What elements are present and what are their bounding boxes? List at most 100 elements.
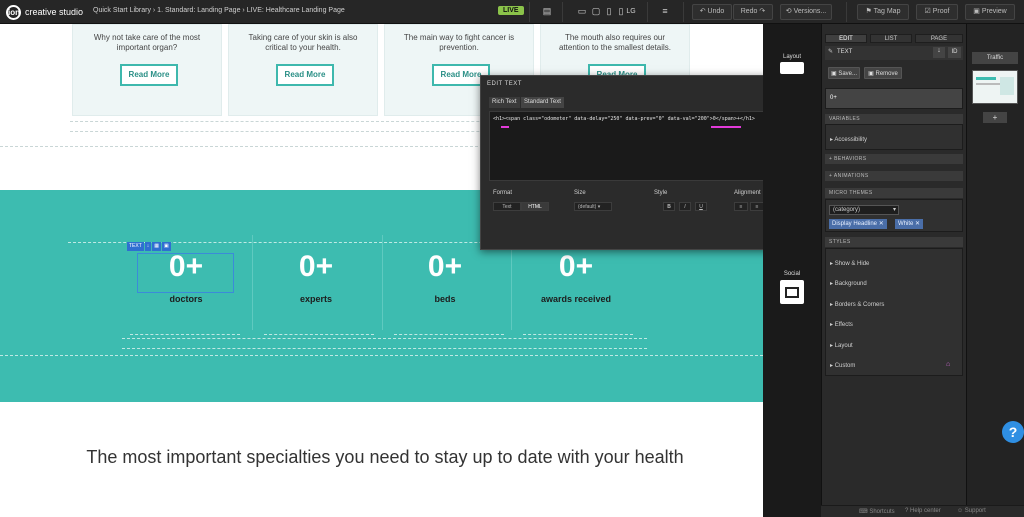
behaviors-header[interactable]: + BEHAVIORS — [825, 154, 963, 164]
category-select[interactable]: (category) ▾ — [829, 205, 899, 215]
tab-list[interactable]: LIST — [870, 34, 912, 43]
grid-icon[interactable]: ▦ — [152, 242, 162, 251]
proof-label: Proof — [932, 8, 950, 15]
card-text: The main way to fight cancer is preventi… — [403, 33, 515, 52]
tab-page[interactable]: PAGE — [915, 34, 963, 43]
format-html-option[interactable]: HTML — [521, 202, 549, 211]
tag-map-button[interactable]: ⚑ Tag Map — [857, 4, 909, 20]
toolbar-divider — [683, 2, 684, 22]
creative-thumbnail[interactable] — [972, 70, 1018, 104]
app-logo[interactable]: ion creative studio — [6, 4, 83, 20]
style-row-label: Show & Hide — [834, 261, 870, 267]
redo-button[interactable]: Redo ↷ — [733, 4, 773, 20]
format-text-option[interactable]: Text — [493, 202, 521, 211]
device-size-label[interactable]: LG — [625, 6, 637, 17]
element-type-badge[interactable]: TEXT — [127, 242, 144, 251]
edit-text-dialog[interactable]: EDIT TEXT ⇱ Rich Text Standard Text <h1>… — [480, 75, 810, 250]
italic-button[interactable]: I — [679, 202, 691, 211]
align-left-icon[interactable]: ≡ — [734, 202, 748, 211]
help-button[interactable]: ? — [1002, 421, 1024, 443]
live-badge: LIVE — [498, 6, 524, 15]
style-row-label: Effects — [834, 322, 853, 328]
alignment-label: Alignment — [734, 190, 761, 196]
remove-button[interactable]: ▣ Remove — [864, 67, 902, 79]
layout-toggle-icon[interactable]: ▤ — [541, 6, 553, 17]
support-label: Support — [964, 508, 986, 514]
settings-sliders-icon[interactable]: ≡ — [659, 6, 671, 17]
element-toolbar[interactable]: TEXT ↓ ▦ ▣ — [127, 242, 171, 251]
tab-edit[interactable]: EDIT — [825, 34, 867, 43]
info-card[interactable]: Why not take care of the most important … — [72, 24, 222, 116]
code-editor[interactable]: <h1><span class="odometer" data-delay="2… — [489, 111, 787, 181]
proof-button[interactable]: ☑ Proof — [916, 4, 958, 20]
guide-line — [122, 338, 647, 339]
read-more-button[interactable]: Read More — [276, 64, 334, 86]
trash-icon[interactable]: ▣ — [162, 242, 171, 251]
footer-bar: ⌨ Shortcuts ? Help center ☺ Support — [821, 505, 1024, 517]
guide-line — [0, 355, 763, 356]
style-row[interactable]: ▸ Background — [830, 280, 867, 287]
info-card[interactable]: Taking care of your skin is also critica… — [228, 24, 378, 116]
layout-widget[interactable] — [780, 62, 804, 74]
download-icon[interactable]: ↓ — [933, 47, 945, 58]
close-icon[interactable]: ✕ — [915, 221, 920, 227]
size-select[interactable]: (default) ▾ — [574, 202, 612, 211]
bold-button[interactable]: B — [663, 202, 675, 211]
animations-header[interactable]: + ANIMATIONS — [825, 171, 963, 181]
align-center-icon[interactable]: ≡ — [750, 202, 764, 211]
tab-rich-text[interactable]: Rich Text — [489, 97, 520, 108]
move-down-icon[interactable]: ↓ — [144, 242, 152, 251]
breadcrumb[interactable]: Quick Start Library › 1. Standard: Landi… — [93, 7, 345, 14]
code-text: <h1><span class="odometer" data-delay="2… — [493, 116, 755, 122]
theme-tag[interactable]: Display Headline ✕ — [829, 219, 887, 229]
element-id-button[interactable]: ID — [948, 47, 961, 58]
variables-header: VARIABLES — [825, 114, 963, 124]
tab-standard-text[interactable]: Standard Text — [521, 97, 564, 108]
stat-value[interactable]: 0+ — [506, 250, 646, 284]
accessibility-label: Accessibility — [834, 137, 868, 143]
desktop-view-icon[interactable]: ▭ — [576, 6, 588, 17]
undo-button[interactable]: ↶ Undo — [692, 4, 732, 20]
guide-line — [130, 334, 240, 335]
pencil-icon: ✎ — [828, 49, 834, 55]
style-row[interactable]: ▸ Layout — [830, 342, 853, 349]
custom-style-icon[interactable]: ⌂ — [946, 361, 950, 368]
add-creative-button[interactable]: + — [983, 112, 1007, 123]
style-row[interactable]: ▸ Borders & Corners — [830, 301, 884, 308]
shortcuts-link[interactable]: ⌨ Shortcuts — [859, 508, 895, 515]
theme-tag-label: Display Headline — [832, 221, 878, 227]
tablet-view-icon[interactable]: ▯ — [603, 6, 615, 17]
social-widget[interactable] — [780, 280, 804, 304]
save-button[interactable]: ▣ Save... — [828, 67, 860, 79]
element-preview[interactable]: 0+ — [825, 88, 963, 109]
stat-value[interactable]: 0+ — [375, 250, 515, 284]
logo-icon: ion — [6, 4, 21, 20]
close-icon[interactable]: ✕ — [879, 221, 884, 227]
stat-label[interactable]: awards received — [506, 294, 646, 304]
traffic-button[interactable]: Traffic — [972, 52, 1018, 64]
accessibility-row[interactable]: ▸ Accessibility — [830, 136, 867, 143]
section-headline[interactable]: The most important specialties you need … — [60, 446, 710, 469]
style-row[interactable]: ▸ Effects — [830, 321, 853, 328]
laptop-view-icon[interactable]: ▢ — [590, 6, 602, 17]
stat-value[interactable]: 0+ — [246, 250, 386, 284]
read-more-button[interactable]: Read More — [120, 64, 178, 86]
underline-button[interactable]: U — [695, 202, 707, 211]
support-link[interactable]: ☺ Support — [957, 508, 986, 514]
style-row[interactable]: ▸ Custom — [830, 362, 855, 369]
style-row[interactable]: ▸ Show & Hide — [830, 260, 869, 267]
preview-button[interactable]: ▣ Preview — [965, 4, 1015, 20]
style-label: Style — [654, 190, 668, 196]
help-center-link[interactable]: ? Help center — [905, 508, 941, 514]
theme-tag[interactable]: White ✕ — [895, 219, 924, 229]
stat-label[interactable]: experts — [246, 294, 386, 304]
element-type-label: TEXT — [837, 49, 853, 55]
highlight-marker — [501, 126, 509, 128]
element-preview-text: 0+ — [830, 95, 837, 101]
stat-label[interactable]: beds — [375, 294, 515, 304]
stat-label[interactable]: doctors — [116, 294, 256, 304]
style-row-label: Custom — [834, 363, 856, 369]
versions-button[interactable]: ⟲ Versions... — [780, 4, 832, 20]
help-center-label: Help center — [910, 508, 941, 514]
redo-label: Redo — [740, 8, 758, 15]
